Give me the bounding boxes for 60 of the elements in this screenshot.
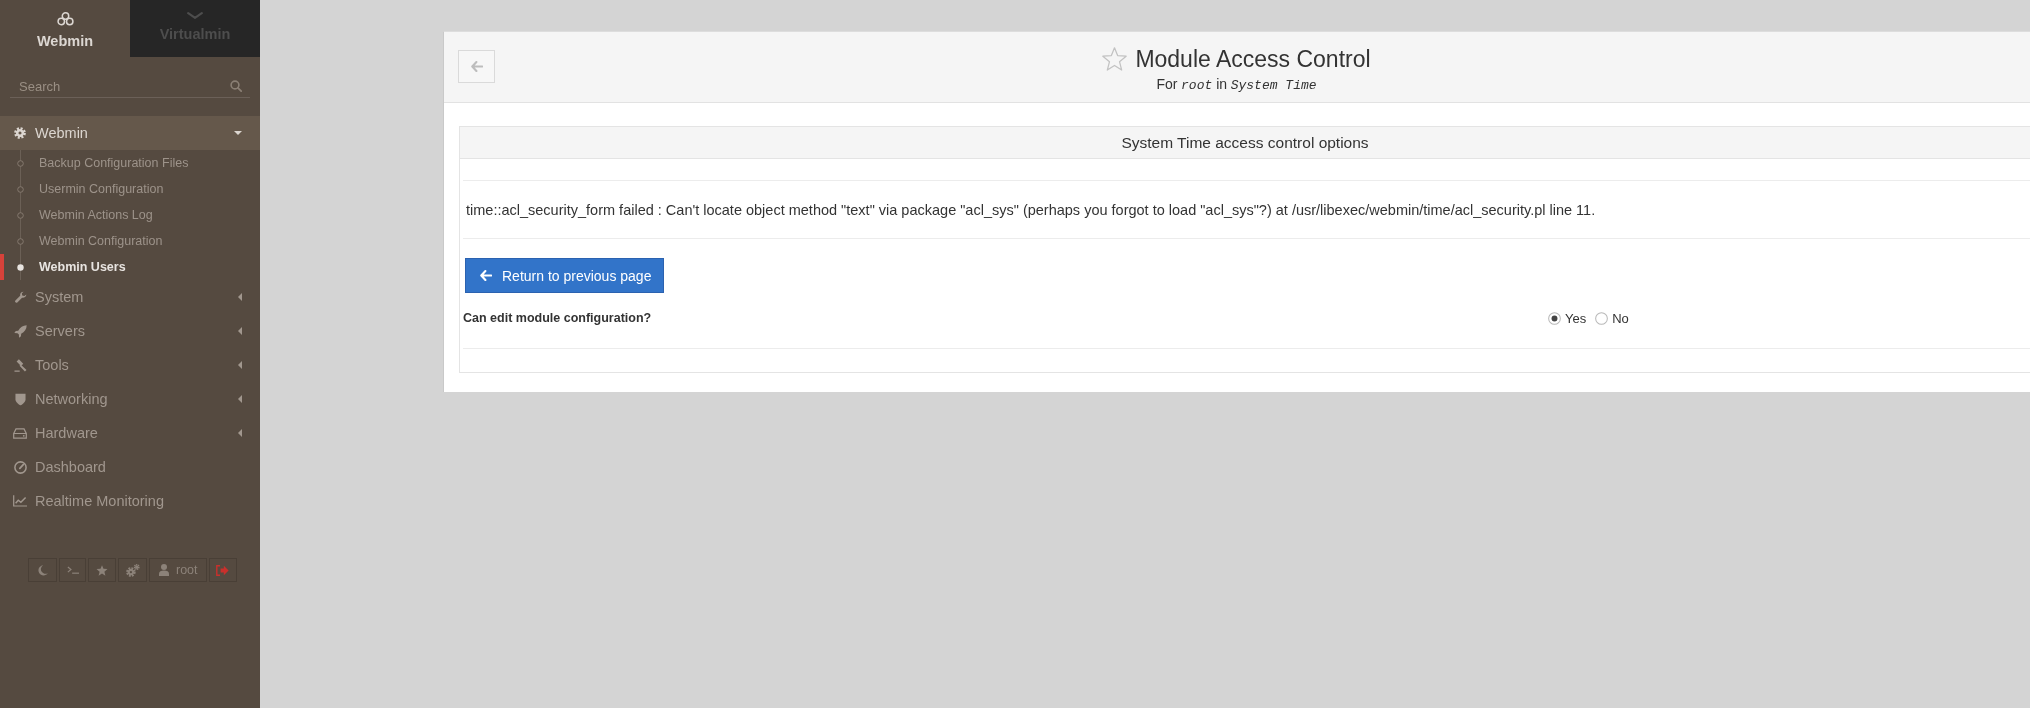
caret-left-icon <box>238 327 242 335</box>
sidebar-category[interactable]: Servers <box>0 314 260 348</box>
sidebar-category[interactable]: Webmin <box>0 116 260 150</box>
theme-button[interactable] <box>28 558 57 582</box>
bullet-icon <box>17 211 24 219</box>
caret-left-icon <box>238 293 242 301</box>
search-icon <box>230 80 242 92</box>
radio-option[interactable]: No <box>1595 310 1629 326</box>
logout-icon <box>216 564 230 576</box>
logout-button[interactable] <box>208 558 237 582</box>
sidebar-item[interactable]: Usermin Configuration <box>0 176 260 202</box>
page-title: Module Access Control <box>1135 45 1371 73</box>
star-icon <box>96 564 108 576</box>
user-button[interactable]: root <box>149 558 207 582</box>
error-message: time::acl_security_form failed : Can't locate object method "text" via package "acl_sys" (perhaps you forgot to load "acl_sys"?) at /usr/libexec/webmin/time/acl_security.pl line 11. <box>466 201 1596 218</box>
terminal-icon <box>66 566 79 574</box>
sidebar-category[interactable]: System <box>0 280 260 314</box>
bullet-icon <box>17 237 24 245</box>
sidebar-category[interactable]: Networking <box>0 382 260 416</box>
bullet-icon <box>17 263 24 271</box>
sidebar-item[interactable]: Webmin Actions Log <box>0 202 260 228</box>
gear-icon <box>14 127 26 139</box>
favorites-button[interactable] <box>88 558 116 582</box>
shield-icon <box>14 392 26 406</box>
user-icon <box>159 564 169 576</box>
bullet-icon <box>17 185 24 193</box>
settings-button[interactable] <box>118 558 147 582</box>
rocket-icon <box>13 324 27 338</box>
table-header: System Time access control options <box>460 127 2030 159</box>
return-button[interactable]: Return to previous page <box>465 258 665 293</box>
radio-option[interactable]: Yes <box>1548 310 1587 326</box>
wrench-icon <box>13 290 27 304</box>
caret-down-icon <box>234 131 242 135</box>
field-label: Can edit module configuration? <box>463 311 653 325</box>
sidebar-item[interactable]: Webmin Configuration <box>0 228 260 254</box>
gavel-icon <box>13 358 27 372</box>
star-icon[interactable] <box>1102 47 1128 71</box>
gauge-icon <box>13 460 27 474</box>
search-field[interactable]: Search <box>10 75 226 98</box>
sidebar-item[interactable]: Webmin Users <box>0 254 260 280</box>
moon-icon <box>37 564 48 576</box>
sidebar-link[interactable]: Realtime Monitoring <box>0 484 260 518</box>
caret-left-icon <box>238 361 242 369</box>
sidebar-item[interactable]: Backup Configuration Files <box>0 150 260 176</box>
arrow-left-icon <box>470 61 483 72</box>
drive-icon <box>13 427 27 439</box>
sidebar-link[interactable]: Dashboard <box>0 450 260 484</box>
line-chart-icon <box>13 495 27 507</box>
arrow-left-icon <box>480 270 492 281</box>
bullet-icon <box>17 159 24 167</box>
caret-left-icon <box>238 429 242 437</box>
caret-left-icon <box>238 395 242 403</box>
page-subtitle: For root in System Time <box>1156 75 1317 95</box>
gears-icon <box>125 563 140 577</box>
sidebar-category[interactable]: Hardware <box>0 416 260 450</box>
chevron-down-icon <box>187 12 203 19</box>
sidebar-category[interactable]: Tools <box>0 348 260 382</box>
terminal-button[interactable] <box>59 558 86 582</box>
back-button[interactable] <box>458 50 495 83</box>
trefoil-logo-icon <box>56 12 74 26</box>
